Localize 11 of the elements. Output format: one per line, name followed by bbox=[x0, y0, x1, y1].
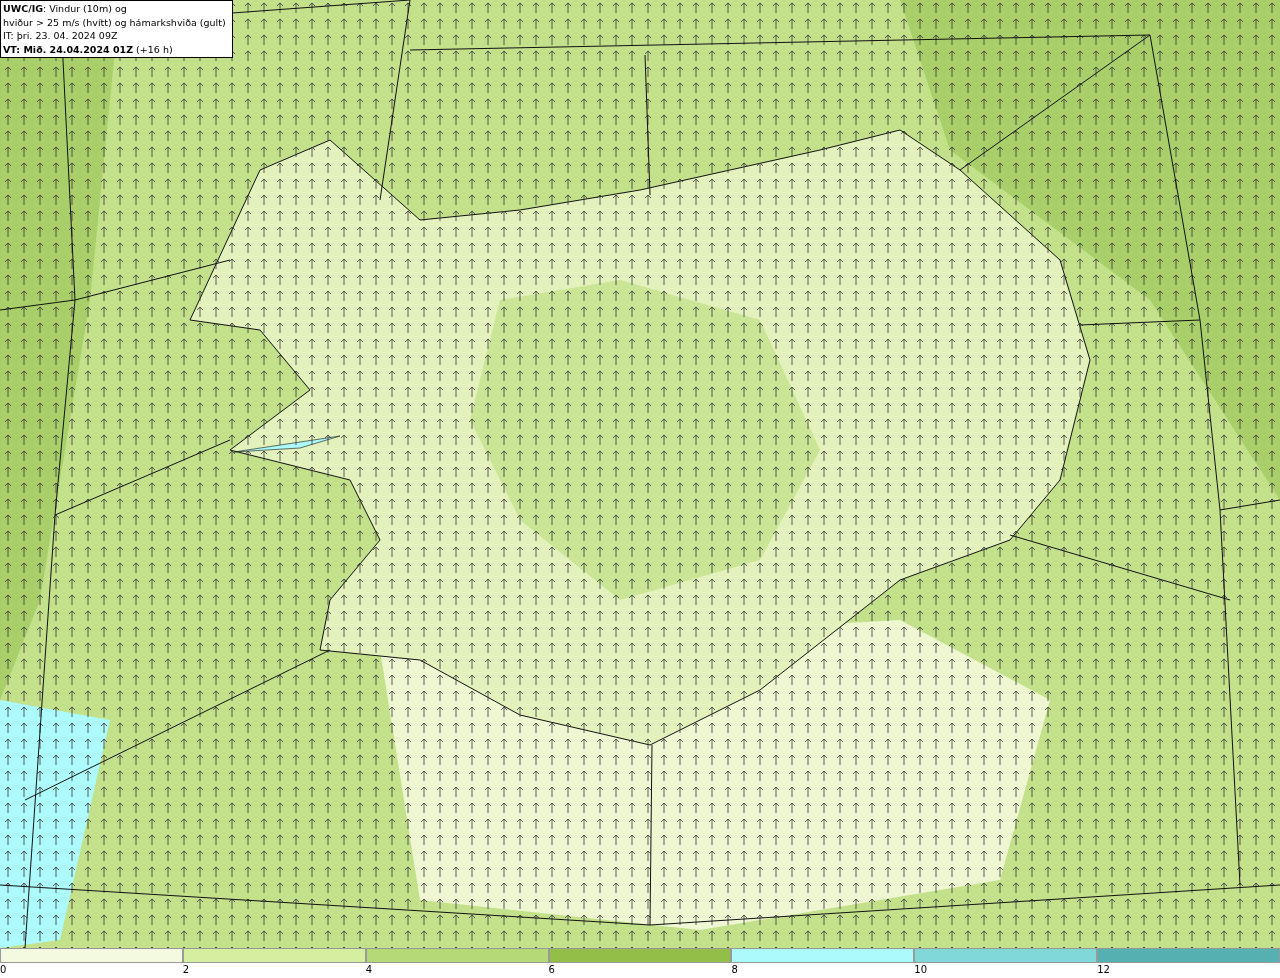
legend-label: 8 bbox=[731, 963, 738, 977]
map-title-line: hviður > 25 m/s (hvítt) og hámarkshviða (gult) bbox=[3, 15, 227, 29]
legend-label: 4 bbox=[365, 963, 373, 977]
legend-label: 0 bbox=[0, 963, 7, 977]
map-title-line: IT: þri. 23. 04. 2024 09Z bbox=[3, 29, 119, 43]
legend-label: 6 bbox=[548, 963, 555, 977]
legend-label: 10 bbox=[914, 963, 928, 977]
legend-label: 12 bbox=[1097, 963, 1110, 977]
legend-label: 2 bbox=[182, 963, 190, 977]
map-title-line: UWC/IG: Vindur (10m) og bbox=[3, 2, 128, 16]
map-title-line: VT: Mið. 24.04.2024 01Z (+16 h) bbox=[3, 42, 174, 56]
